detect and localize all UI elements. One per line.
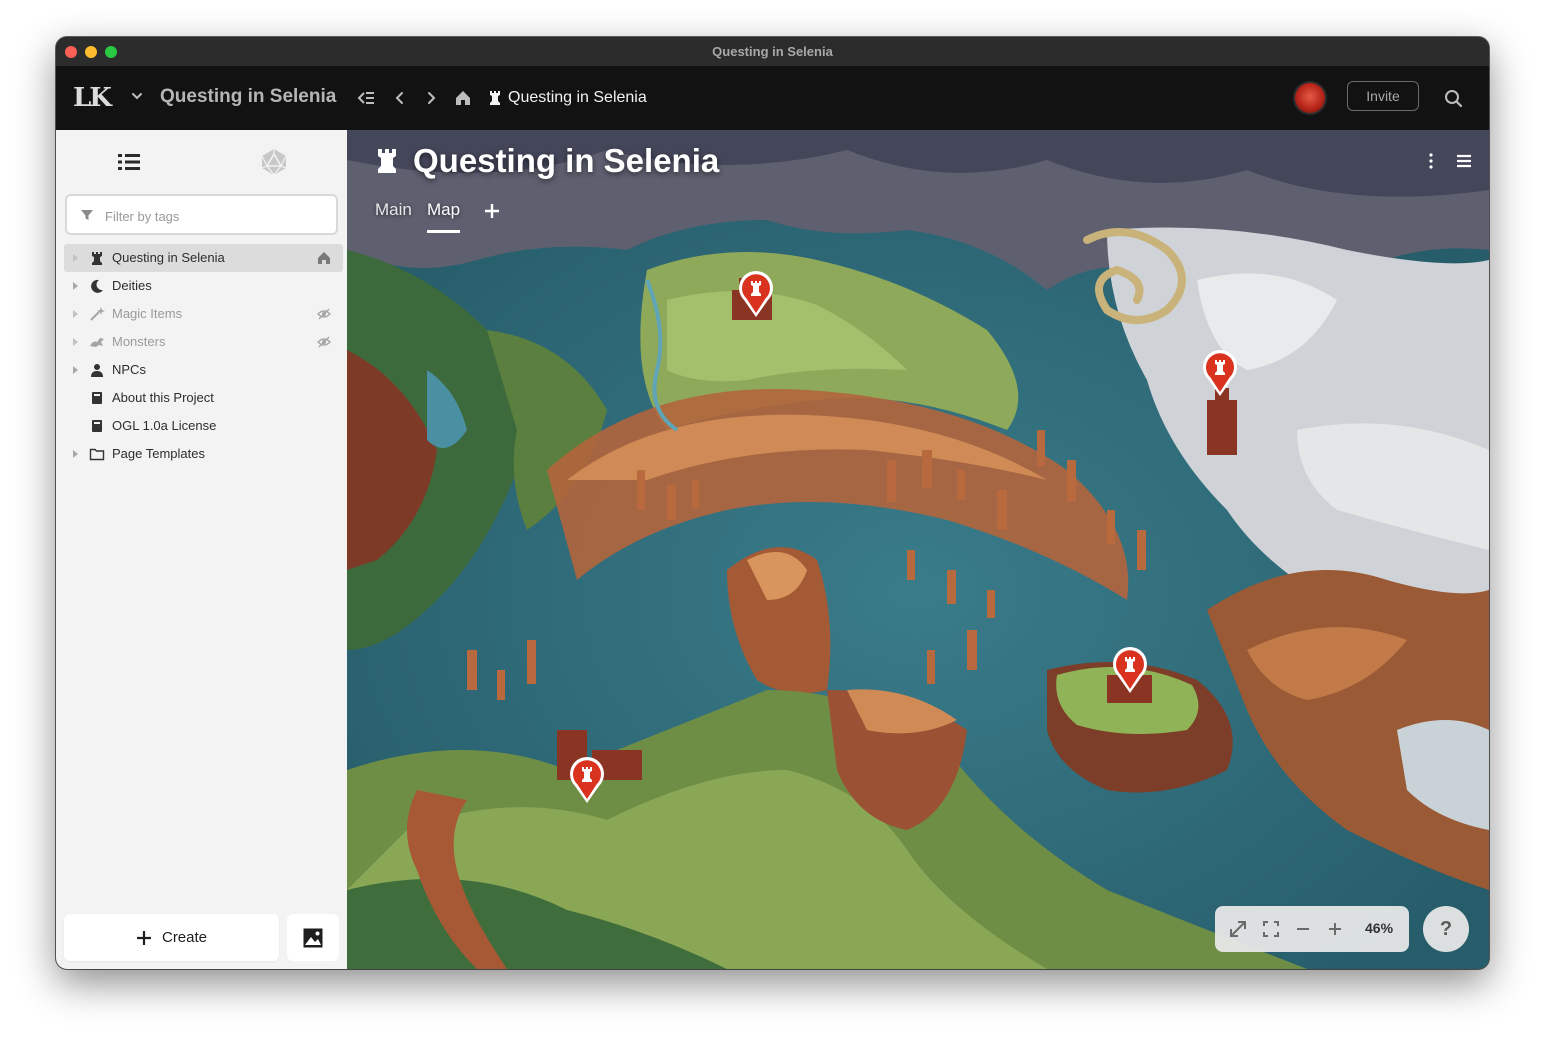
image-icon: [303, 928, 323, 947]
tree-item-magic-items[interactable]: Magic Items: [64, 300, 343, 328]
tree-item-npcs[interactable]: NPCs: [64, 356, 343, 384]
app-header: LK Questing in Selenia Questing in Selen…: [56, 67, 1489, 130]
home-icon: [318, 252, 330, 264]
sidebar: Questing in Selenia Deities Magic Items …: [56, 130, 347, 969]
collapse-sidebar-icon[interactable]: [355, 87, 377, 109]
back-icon[interactable]: [389, 87, 411, 109]
tree-item-questing-in-selenia[interactable]: Questing in Selenia: [64, 244, 343, 272]
tree-item-label: NPCs: [112, 362, 146, 377]
create-button-label: Create: [161, 929, 208, 946]
tree-item-label: About this Project: [112, 390, 214, 405]
chevron-down-icon[interactable]: [130, 89, 144, 103]
plus-icon: [136, 930, 151, 945]
search-icon[interactable]: [1442, 87, 1464, 109]
book-icon: [92, 392, 102, 404]
tab-map[interactable]: Map: [427, 200, 460, 220]
moon-icon: [91, 279, 103, 293]
book-icon: [92, 420, 102, 432]
tree-item-label: Magic Items: [112, 306, 183, 321]
home-icon[interactable]: [452, 87, 474, 109]
tree-item-monsters[interactable]: Monsters: [64, 328, 343, 356]
tree-item-deities[interactable]: Deities: [64, 272, 343, 300]
expand-arrow-icon[interactable]: [72, 337, 79, 347]
page-header: Questing in Selenia: [375, 142, 719, 180]
rook-icon: [490, 91, 500, 105]
breadcrumb-label: Questing in Selenia: [508, 89, 647, 106]
expand-arrow-icon[interactable]: [72, 253, 79, 263]
tree-item-label: Deities: [112, 278, 152, 293]
rook-icon: [92, 252, 102, 265]
window-title: Questing in Selenia: [712, 44, 833, 59]
tree-item-label: Monsters: [112, 334, 166, 349]
expand-arrow-icon[interactable]: [72, 449, 79, 459]
expand-arrow-icon[interactable]: [72, 365, 79, 375]
more-options-icon[interactable]: [1423, 152, 1439, 170]
tree-item-page-templates[interactable]: Page Templates: [64, 440, 343, 468]
project-title[interactable]: Questing in Selenia: [160, 86, 336, 108]
list-view-icon[interactable]: [114, 147, 144, 177]
world-map[interactable]: [347, 130, 1489, 969]
castle-pin[interactable]: [567, 755, 607, 805]
tag-filter-input[interactable]: [103, 204, 327, 228]
map-zoom-controls: 46%: [1215, 906, 1409, 952]
app-window: Questing in Selenia LK Questing in Selen…: [56, 37, 1489, 969]
zoom-in-icon[interactable]: [1324, 918, 1346, 940]
forward-icon[interactable]: [420, 87, 442, 109]
active-tab-indicator: [427, 230, 460, 233]
filter-icon: [81, 210, 93, 220]
tag-filter[interactable]: [65, 194, 338, 235]
expand-icon[interactable]: [1227, 918, 1249, 940]
tree-item-about-this-project[interactable]: About this Project: [64, 384, 343, 412]
fullscreen-icon[interactable]: [1260, 918, 1282, 940]
invite-button[interactable]: Invite: [1347, 81, 1419, 111]
folder-icon: [89, 448, 105, 461]
user-avatar[interactable]: [1293, 81, 1327, 115]
create-button[interactable]: Create: [64, 914, 279, 961]
page-title: Questing in Selenia: [413, 142, 720, 179]
add-tab-icon[interactable]: [483, 202, 501, 220]
tree-item-ogl-license[interactable]: OGL 1.0a License: [64, 412, 343, 440]
breadcrumb[interactable]: Questing in Selenia: [488, 87, 647, 109]
tree-item-label: Questing in Selenia: [112, 250, 225, 265]
dice-icon[interactable]: [259, 147, 289, 177]
add-image-button[interactable]: [287, 914, 339, 961]
eye-slash-icon[interactable]: [317, 307, 331, 321]
sparkle-wand-icon: [90, 307, 105, 321]
eye-slash-icon[interactable]: [317, 335, 331, 349]
zoom-out-icon[interactable]: [1292, 918, 1314, 940]
tree-item-label: OGL 1.0a License: [112, 418, 217, 433]
tab-main[interactable]: Main: [375, 200, 412, 220]
app-logo[interactable]: LK: [73, 84, 123, 112]
map-view[interactable]: Questing in Selenia Main Map 46% ?: [347, 130, 1489, 969]
help-button[interactable]: ?: [1423, 906, 1469, 952]
zoom-level: 46%: [1365, 920, 1394, 936]
castle-pin[interactable]: [1110, 645, 1150, 695]
dragon-icon: [90, 338, 104, 347]
tree-item-label: Page Templates: [112, 446, 205, 461]
person-icon: [91, 364, 103, 377]
expand-arrow-icon[interactable]: [72, 309, 79, 319]
rook-icon: [378, 149, 396, 173]
expand-arrow-icon[interactable]: [72, 281, 79, 291]
castle-pin[interactable]: [736, 269, 776, 319]
window-titlebar: Questing in Selenia: [56, 37, 1489, 67]
castle-pin[interactable]: [1200, 348, 1240, 398]
menu-icon[interactable]: [1455, 152, 1473, 170]
